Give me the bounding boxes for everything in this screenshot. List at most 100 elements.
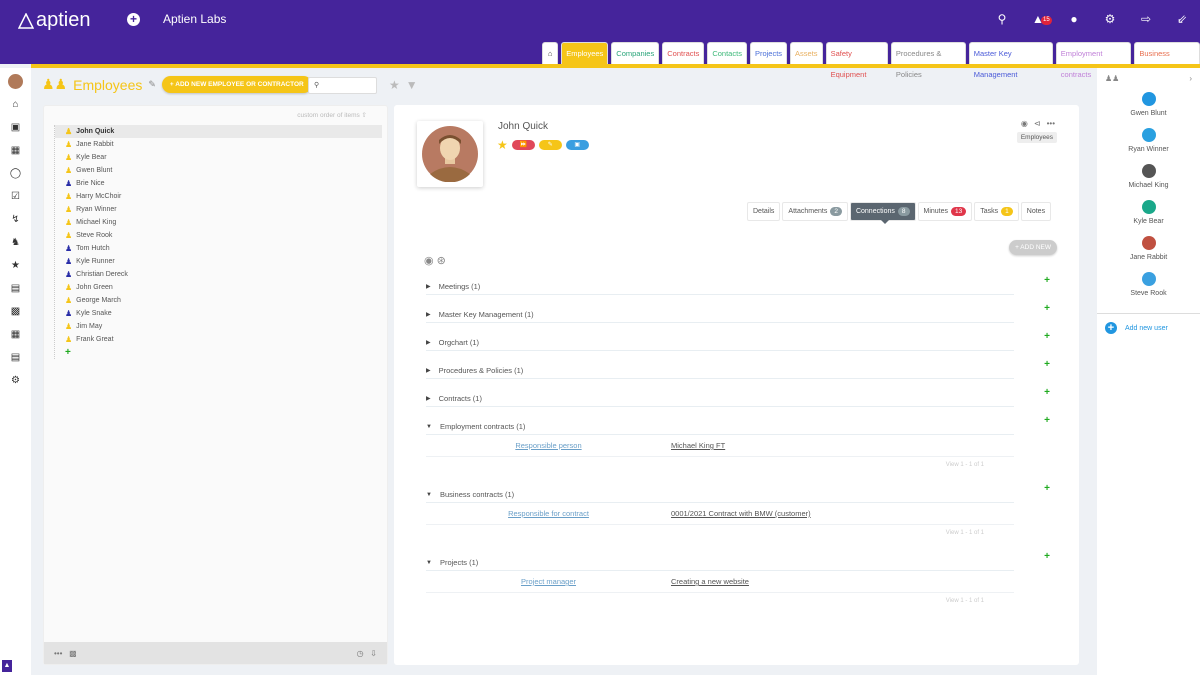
tab-attachments[interactable]: Attachments 2 <box>782 202 848 221</box>
lightbulb-icon[interactable]: ◯ <box>0 162 31 185</box>
add-connection-icon[interactable]: + <box>1044 387 1050 398</box>
tab-safety-equipment[interactable]: Safety Equipment <box>825 42 888 79</box>
tab-contracts[interactable]: Contracts <box>662 42 705 65</box>
add-connection-icon[interactable]: + <box>1044 331 1050 342</box>
user-item[interactable]: Michael King <box>1097 161 1200 197</box>
forward-chip[interactable]: ⏩ <box>511 140 535 150</box>
list-item[interactable]: ♟ Kyle Runner <box>55 255 382 268</box>
clipboard-icon[interactable]: ▩ <box>0 300 31 323</box>
edit-chip[interactable]: ✎ <box>538 140 562 150</box>
bell-icon[interactable]: ▲ 15 <box>1020 10 1056 28</box>
share-icon[interactable]: ⊲ <box>1034 119 1041 128</box>
chat-icon[interactable]: ● <box>1056 10 1092 28</box>
settings-icon[interactable]: ⚙ <box>0 369 31 392</box>
list-item[interactable]: ♟ Brie Nice <box>55 177 382 190</box>
add-connection-icon[interactable]: + <box>1044 303 1050 314</box>
add-new-button[interactable]: + ADD NEW <box>1009 240 1057 255</box>
folder-icon[interactable]: ▩ <box>69 649 77 658</box>
section-header[interactable]: ▼ Employment contracts (1) <box>426 421 1014 435</box>
eye-icon[interactable]: ◉ <box>424 255 434 267</box>
more-icon[interactable]: ••• <box>1047 119 1055 128</box>
section-header[interactable]: ▼ Projects (1) <box>426 557 1014 571</box>
list-item[interactable]: ♟ Harry McChoir <box>55 190 382 203</box>
role-link[interactable]: Project manager <box>426 577 671 586</box>
download-icon[interactable]: ⇩ <box>370 649 377 658</box>
tab-employment-contracts[interactable]: Employment contracts <box>1055 42 1132 79</box>
list-item[interactable]: ♟ Gwen Blunt <box>55 164 382 177</box>
eye-icon[interactable]: ◉ <box>1021 119 1028 128</box>
tab-procedures-policies[interactable]: Procedures & Policies <box>890 42 966 79</box>
comment-chip[interactable]: ▣ <box>565 140 589 150</box>
tab-minutes[interactable]: Minutes 13 <box>917 202 973 221</box>
tab-contacts[interactable]: Contacts <box>707 42 747 65</box>
list-item[interactable]: ♟ Michael King <box>55 216 382 229</box>
tab-projects[interactable]: Projects <box>749 42 788 65</box>
book-icon[interactable]: ▤ <box>0 277 31 300</box>
grid-icon[interactable]: ▦ <box>0 323 31 346</box>
logout-icon[interactable]: ⇨ <box>1128 10 1164 28</box>
add-connection-icon[interactable]: + <box>1044 483 1050 494</box>
add-connection-icon[interactable]: + <box>1044 415 1050 426</box>
search-icon[interactable]: ⚲ <box>984 10 1020 28</box>
organization-name[interactable]: Aptien Labs <box>163 12 226 26</box>
list-item[interactable]: ♟ Ryan Winner <box>55 203 382 216</box>
list-item[interactable]: ♟ Jane Rabbit <box>55 138 382 151</box>
role-link[interactable]: Responsible person <box>426 441 671 450</box>
add-connection-icon[interactable]: + <box>1044 551 1050 562</box>
role-link[interactable]: Responsible for contract <box>426 509 671 518</box>
section-header[interactable]: ▶ Meetings (1) <box>426 281 1014 295</box>
connection-link[interactable]: Michael King FT <box>671 441 725 450</box>
list-item[interactable]: ♟ John Quick <box>55 125 382 138</box>
connection-link[interactable]: Creating a new website <box>671 577 749 586</box>
tab-master-key-management[interactable]: Master Key Management <box>968 42 1053 79</box>
home-tab[interactable]: ⌂ <box>542 42 559 65</box>
list-item[interactable]: ♟ Tom Hutch <box>55 242 382 255</box>
more-icon[interactable]: ••• <box>54 649 62 658</box>
tab-assets[interactable]: Assets <box>790 42 823 65</box>
section-header[interactable]: ▶ Orgchart (1) <box>426 337 1014 351</box>
book-open-icon[interactable]: ▤ <box>0 346 31 369</box>
tab-employees[interactable]: Employees <box>561 42 609 65</box>
tab-details[interactable]: Details <box>747 202 781 221</box>
horse-icon[interactable]: ♞ <box>0 231 31 254</box>
add-connection-icon[interactable]: + <box>1044 275 1050 286</box>
aptien-logo[interactable]: aptien <box>18 9 91 32</box>
add-icon[interactable]: + <box>127 13 140 26</box>
compress-icon[interactable]: ⇙ <box>1164 10 1200 28</box>
list-item[interactable]: ♟ George March <box>55 294 382 307</box>
tab-connections[interactable]: Connections 8 <box>849 202 916 224</box>
pulse-icon[interactable]: ↯ <box>0 208 31 231</box>
list-item[interactable]: ♟ Christian Dereck <box>55 268 382 281</box>
list-item[interactable]: ♟ Frank Great <box>55 333 382 346</box>
inbox-icon[interactable]: ▣ <box>0 116 31 139</box>
star-icon[interactable]: ★ <box>0 254 31 277</box>
user-item[interactable]: Gwen Blunt <box>1097 89 1200 125</box>
add-connection-icon[interactable]: + <box>1044 359 1050 370</box>
collapse-icon[interactable]: › <box>1189 74 1192 83</box>
user-item[interactable]: Steve Rook <box>1097 269 1200 305</box>
checkbox-icon[interactable]: ☑ <box>0 185 31 208</box>
user-item[interactable]: Kyle Bear <box>1097 197 1200 233</box>
gear-icon[interactable]: ⚙ <box>1092 10 1128 28</box>
list-item[interactable]: ♟ Steve Rook <box>55 229 382 242</box>
section-header[interactable]: ▶ Contracts (1) <box>426 393 1014 407</box>
list-item[interactable]: ♟ Kyle Bear <box>55 151 382 164</box>
user-avatar[interactable] <box>8 74 23 89</box>
add-employee-button[interactable]: + ADD NEW EMPLOYEE OR CONTRACTOR <box>161 76 312 93</box>
add-item-button[interactable]: + <box>55 346 382 359</box>
list-item[interactable]: ♟ John Green <box>55 281 382 294</box>
clock-icon[interactable]: ◷ <box>357 649 364 658</box>
star-icon[interactable]: ★ <box>497 138 508 152</box>
home-icon[interactable]: ⌂ <box>0 93 31 116</box>
tab-notes[interactable]: Notes <box>1020 202 1052 221</box>
filter-icon[interactable]: ▼ <box>406 78 418 92</box>
calendar-icon[interactable]: ▦ <box>0 139 31 162</box>
user-item[interactable]: Jane Rabbit <box>1097 233 1200 269</box>
user-item[interactable]: Ryan Winner <box>1097 125 1200 161</box>
network-icon[interactable]: ⊛ <box>437 255 446 267</box>
tab-companies[interactable]: Companies <box>611 42 660 65</box>
list-item[interactable]: ♟ Jim May <box>55 320 382 333</box>
edit-icon[interactable]: ✎ <box>148 79 156 90</box>
sort-order[interactable]: custom order of items ⇧ <box>297 111 367 119</box>
tab-tasks[interactable]: Tasks 1 <box>974 202 1019 221</box>
